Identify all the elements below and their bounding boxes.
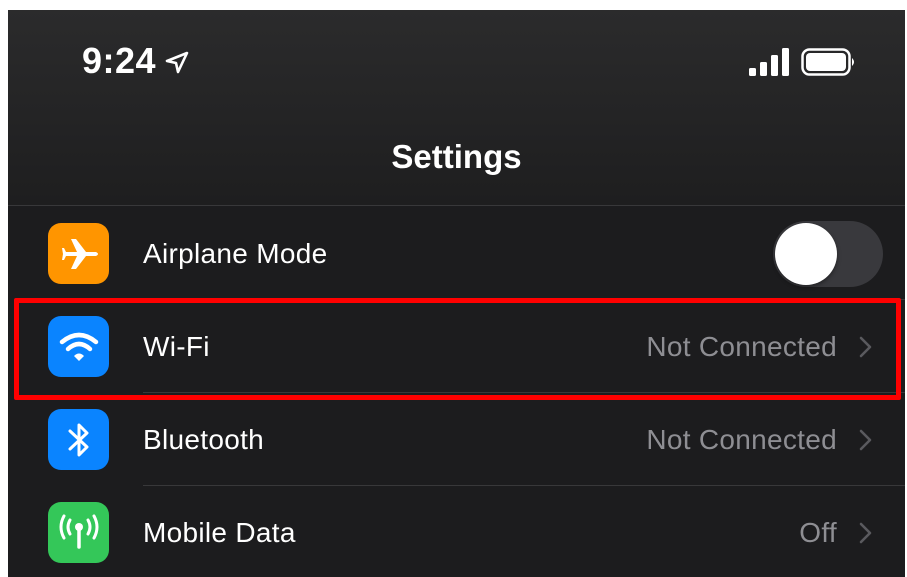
- wifi-status-value: Not Connected: [646, 330, 837, 362]
- location-arrow-icon: [165, 51, 189, 74]
- chevron-right-icon: [859, 429, 872, 450]
- settings-row-airplane-mode[interactable]: Airplane Mode: [8, 207, 905, 300]
- toggle-knob: [775, 222, 837, 285]
- row-label-mobile-data: Mobile Data: [143, 516, 296, 548]
- settings-row-mobile-data[interactable]: Mobile Data Off: [8, 486, 905, 577]
- header: 9:24 Settings: [8, 10, 905, 206]
- airplane-icon: [48, 223, 109, 284]
- settings-screen: 9:24 Settings Airplane Mode Wi-Fi Not Co…: [8, 10, 905, 577]
- settings-row-wifi[interactable]: Wi-Fi Not Connected: [8, 300, 905, 393]
- cellular-signal-icon: [749, 48, 789, 76]
- row-label-bluetooth: Bluetooth: [143, 423, 265, 455]
- chevron-right-icon: [859, 336, 872, 357]
- status-bar-time-group: 9:24: [82, 40, 190, 82]
- mobile-data-status-value: Off: [799, 516, 837, 548]
- settings-row-bluetooth[interactable]: Bluetooth Not Connected: [8, 393, 905, 486]
- page-title: Settings: [391, 138, 522, 175]
- status-bar-right: [749, 48, 857, 76]
- bluetooth-icon: [48, 409, 109, 470]
- chevron-right-icon: [859, 522, 872, 543]
- airplane-mode-toggle[interactable]: [773, 220, 883, 287]
- row-label-wifi: Wi-Fi: [143, 330, 210, 362]
- wifi-icon: [48, 316, 109, 377]
- row-label-airplane-mode: Airplane Mode: [143, 237, 328, 269]
- bluetooth-status-value: Not Connected: [646, 423, 837, 455]
- settings-list: Airplane Mode Wi-Fi Not Connected Blueto…: [8, 207, 905, 577]
- antenna-icon: [48, 502, 109, 563]
- status-time: 9:24: [82, 40, 157, 81]
- battery-icon: [801, 48, 854, 76]
